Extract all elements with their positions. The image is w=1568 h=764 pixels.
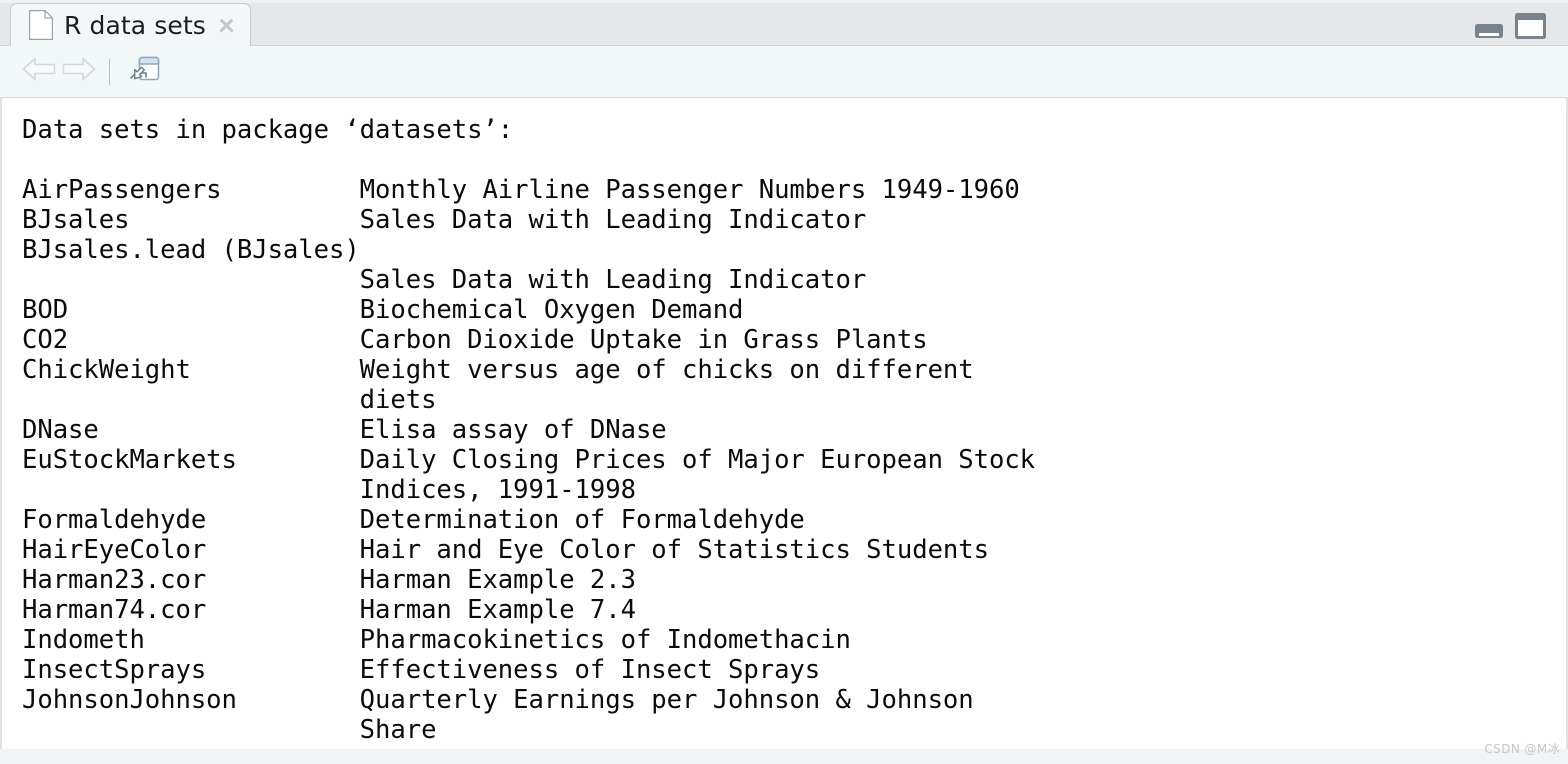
- tab-title: R data sets: [64, 10, 206, 40]
- datasets-listing: Data sets in package ‘datasets’: AirPass…: [22, 115, 1036, 745]
- close-icon[interactable]: [217, 16, 236, 35]
- r-help-window: R data sets Data sets in package ‘datase…: [0, 0, 1568, 764]
- page-icon: [29, 10, 53, 40]
- open-in-window-icon: [128, 54, 160, 89]
- open-in-window-button[interactable]: [124, 55, 164, 89]
- maximize-button[interactable]: [1515, 13, 1546, 44]
- bottom-strip: [0, 749, 1568, 764]
- minimize-button[interactable]: [1475, 23, 1503, 44]
- window-controls: [1475, 13, 1546, 44]
- help-content-pane[interactable]: Data sets in package ‘datasets’: AirPass…: [0, 98, 1568, 749]
- forward-arrow-icon: [62, 56, 96, 87]
- toolbar: [0, 46, 1568, 98]
- back-button[interactable]: [19, 55, 59, 89]
- watermark: CSDN @M冰: [1484, 742, 1560, 756]
- toolbar-separator: [109, 58, 110, 85]
- tab-strip: R data sets: [0, 0, 1568, 46]
- back-arrow-icon: [22, 56, 56, 87]
- tab-r-data-sets[interactable]: R data sets: [10, 3, 251, 46]
- forward-button[interactable]: [59, 55, 99, 89]
